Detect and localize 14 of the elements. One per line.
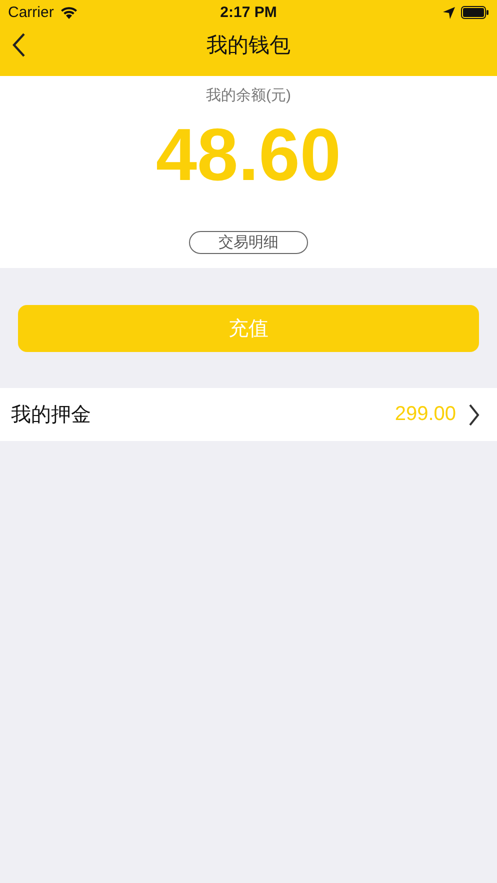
battery-icon <box>461 6 489 19</box>
deposit-label: 我的押金 <box>11 403 92 428</box>
deposit-amount: 299.00 <box>394 403 456 426</box>
clock-time: 2:17 PM <box>220 4 277 21</box>
transaction-details-button[interactable]: 交易明细 <box>189 231 308 254</box>
chevron-right-icon <box>468 402 480 426</box>
back-icon[interactable] <box>12 32 26 58</box>
wifi-icon <box>60 6 78 19</box>
location-icon <box>443 6 455 18</box>
page-title: 我的钱包 <box>206 33 290 59</box>
deposit-row[interactable]: 我的押金 299.00 <box>0 388 497 441</box>
balance-amount: 48.60 <box>156 113 342 197</box>
carrier-label: Carrier <box>8 4 54 21</box>
balance-label: 我的余额(元) <box>206 86 291 105</box>
